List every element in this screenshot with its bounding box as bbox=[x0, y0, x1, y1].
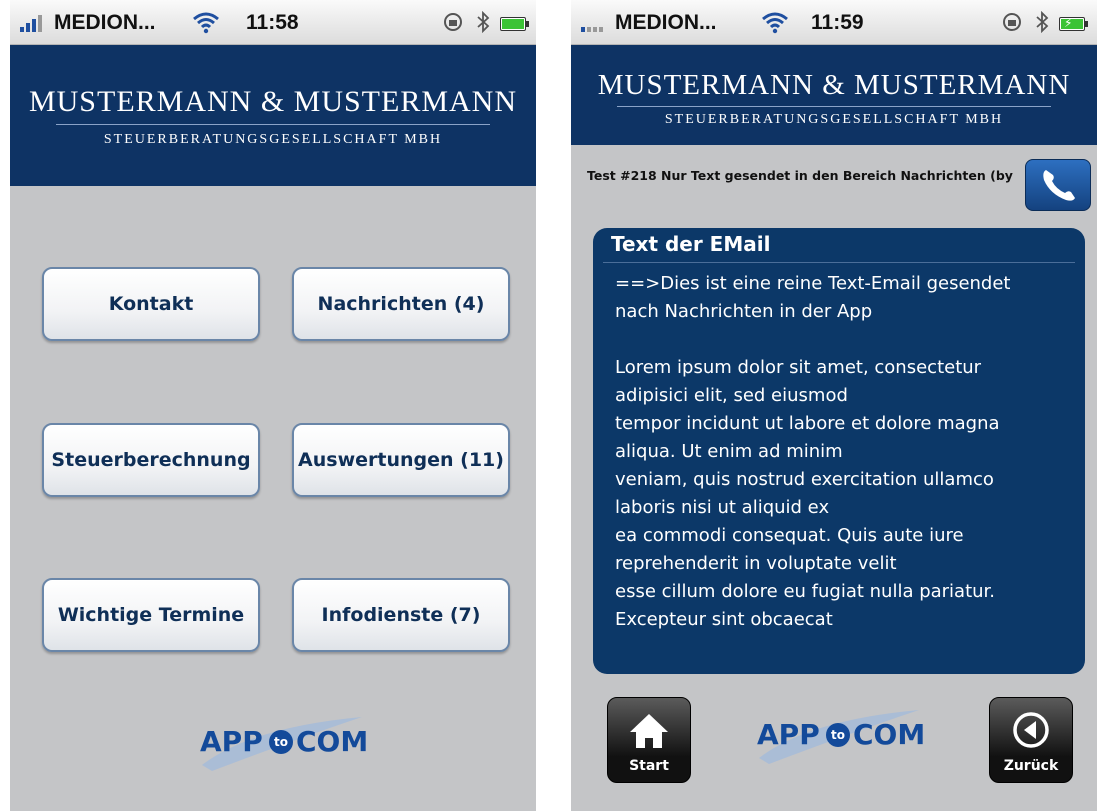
email-title: Text der EMail bbox=[611, 232, 771, 256]
rotation-lock-icon bbox=[444, 13, 462, 31]
logo-text-app: APP bbox=[200, 725, 263, 758]
email-title-divider bbox=[603, 262, 1075, 263]
status-bar: MEDION... 11:59 ⚡ bbox=[571, 0, 1097, 45]
menu-button-wichtige-termine[interactable]: Wichtige Termine bbox=[42, 578, 260, 652]
email-card: Text der EMail ==>Dies ist eine reine Te… bbox=[593, 228, 1085, 674]
menu-button-auswertungen[interactable]: Auswertungen (11) bbox=[292, 423, 510, 497]
phone-screen-message: MEDION... 11:59 ⚡ MUSTERMANN & MUSTERMAN… bbox=[571, 0, 1097, 811]
battery-charging-icon: ⚡ bbox=[1059, 16, 1088, 31]
logo-text-to: to bbox=[269, 730, 293, 754]
company-subtitle: STEUERBERATUNGSGESELLSCHAFT MBH bbox=[664, 112, 1004, 127]
app-header: MUSTERMANN & MUSTERMANN STEUERBERATUNGSG… bbox=[10, 45, 536, 186]
clock: 11:59 bbox=[811, 11, 864, 34]
phone-icon bbox=[1043, 170, 1075, 201]
start-button[interactable]: Start bbox=[607, 697, 691, 783]
logo-text-com: COM bbox=[853, 718, 926, 751]
header-divider bbox=[56, 124, 490, 125]
clock: 11:58 bbox=[246, 11, 299, 34]
back-button[interactable]: Zurück bbox=[989, 697, 1073, 783]
apptocom-logo: APP to COM bbox=[749, 700, 929, 770]
app-header: MUSTERMANN & MUSTERMANN STEUERBERATUNGSG… bbox=[571, 45, 1097, 145]
logo-text-to: to bbox=[826, 723, 850, 747]
wifi-icon bbox=[193, 12, 219, 34]
company-subtitle: STEUERBERATUNGSGESELLSCHAFT MBH bbox=[103, 132, 443, 147]
company-name: MUSTERMANN & MUSTERMANN bbox=[28, 85, 518, 118]
bluetooth-icon bbox=[1036, 11, 1049, 33]
menu-button-steuerberechnung[interactable]: Steuerberechnung bbox=[42, 423, 260, 497]
carrier-name: MEDION... bbox=[54, 11, 156, 34]
logo-text-com: COM bbox=[296, 725, 369, 758]
company-name: MUSTERMANN & MUSTERMANN bbox=[597, 69, 1071, 101]
apptocom-logo: APP to COM bbox=[192, 707, 372, 777]
battery-icon bbox=[500, 17, 529, 31]
wifi-icon bbox=[762, 12, 788, 34]
back-button-label: Zurück bbox=[1003, 758, 1059, 774]
menu-button-nachrichten[interactable]: Nachrichten (4) bbox=[292, 267, 510, 341]
header-divider bbox=[617, 106, 1051, 107]
menu-button-kontakt[interactable]: Kontakt bbox=[42, 267, 260, 341]
carrier-name: MEDION... bbox=[615, 11, 717, 34]
home-icon bbox=[630, 714, 668, 748]
bluetooth-icon bbox=[477, 11, 490, 33]
logo-text-app: APP bbox=[757, 718, 820, 751]
start-button-label: Start bbox=[629, 758, 669, 774]
menu-button-infodienste[interactable]: Infodienste (7) bbox=[292, 578, 510, 652]
phone-screen-home: MEDION... 11:58 MUSTERMANN & MUSTERMANN … bbox=[10, 0, 536, 811]
email-body: ==>Dies ist eine reine Text-Email gesend… bbox=[615, 273, 1011, 630]
status-bar: MEDION... 11:58 bbox=[10, 0, 536, 45]
signal-icon bbox=[581, 14, 611, 32]
back-arrow-icon bbox=[1013, 712, 1049, 748]
call-button[interactable] bbox=[1025, 159, 1091, 211]
rotation-lock-icon bbox=[1003, 13, 1021, 31]
signal-icon bbox=[20, 14, 50, 32]
message-subject: Test #218 Nur Text gesendet in den Berei… bbox=[587, 168, 1013, 183]
